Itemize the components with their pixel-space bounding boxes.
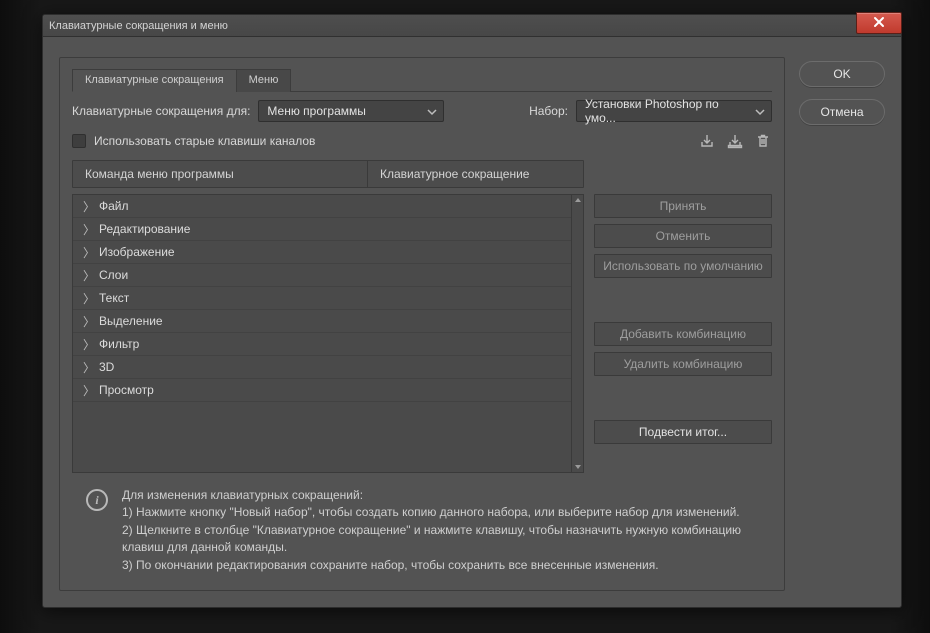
- tree-item-edit[interactable]: 〉Редактирование: [73, 218, 571, 241]
- tab-bar: Клавиатурные сокращения Меню: [72, 68, 772, 92]
- add-combo-button[interactable]: Добавить комбинацию: [594, 322, 772, 346]
- dialog-side-buttons: OK Отмена: [799, 57, 885, 591]
- ok-button[interactable]: OK: [799, 61, 885, 87]
- tree-item-view[interactable]: 〉Просмотр: [73, 379, 571, 402]
- set-select[interactable]: Установки Photoshop по умо...: [576, 100, 772, 122]
- new-set-icon[interactable]: [726, 132, 744, 150]
- shortcuts-for-value: Меню программы: [267, 104, 365, 118]
- expand-icon: 〉: [83, 336, 91, 353]
- tree-scrollbar[interactable]: [571, 195, 583, 472]
- expand-icon: 〉: [83, 290, 91, 307]
- set-value: Установки Photoshop по умо...: [585, 97, 751, 125]
- expand-icon: 〉: [83, 198, 91, 215]
- expand-icon: 〉: [83, 313, 91, 330]
- delete-combo-button[interactable]: Удалить комбинацию: [594, 352, 772, 376]
- chevron-down-icon: [755, 106, 765, 120]
- info-icon: i: [86, 489, 108, 511]
- main-panel: Клавиатурные сокращения Меню Клавиатурны…: [59, 57, 785, 591]
- close-button[interactable]: [856, 12, 902, 34]
- trash-icon[interactable]: [754, 132, 772, 150]
- info-panel: i Для изменения клавиатурных сокращений:…: [72, 473, 772, 578]
- expand-icon: 〉: [83, 267, 91, 284]
- col-command: Команда меню программы: [73, 161, 368, 187]
- scroll-down-icon[interactable]: [573, 462, 582, 472]
- col-shortcut: Клавиатурное сокращение: [368, 167, 541, 181]
- shortcuts-for-select[interactable]: Меню программы: [258, 100, 444, 122]
- tree-item-select[interactable]: 〉Выделение: [73, 310, 571, 333]
- expand-icon: 〉: [83, 244, 91, 261]
- tab-shortcuts[interactable]: Клавиатурные сокращения: [72, 69, 237, 92]
- close-icon: [873, 16, 885, 31]
- set-label: Набор:: [529, 104, 568, 118]
- legacy-channels-checkbox[interactable]: [72, 134, 86, 148]
- undo-button[interactable]: Отменить: [594, 224, 772, 248]
- titlebar[interactable]: Клавиатурные сокращения и меню: [43, 15, 901, 37]
- legacy-channels-label: Использовать старые клавиши каналов: [94, 134, 315, 148]
- summarize-button[interactable]: Подвести итог...: [594, 420, 772, 444]
- tree-item-filter[interactable]: 〉Фильтр: [73, 333, 571, 356]
- use-default-button[interactable]: Использовать по умолчанию: [594, 254, 772, 278]
- expand-icon: 〉: [83, 359, 91, 376]
- cancel-button[interactable]: Отмена: [799, 99, 885, 125]
- tree-item-layers[interactable]: 〉Слои: [73, 264, 571, 287]
- expand-icon: 〉: [83, 221, 91, 238]
- tree-item-image[interactable]: 〉Изображение: [73, 241, 571, 264]
- tree-item-type[interactable]: 〉Текст: [73, 287, 571, 310]
- chevron-down-icon: [427, 106, 437, 120]
- scroll-up-icon[interactable]: [573, 195, 582, 205]
- tab-menus[interactable]: Меню: [236, 69, 292, 92]
- window-title: Клавиатурные сокращения и меню: [49, 20, 228, 32]
- tree-item-3d[interactable]: 〉3D: [73, 356, 571, 379]
- save-set-icon[interactable]: [698, 132, 716, 150]
- expand-icon: 〉: [83, 382, 91, 399]
- accept-button[interactable]: Принять: [594, 194, 772, 218]
- action-buttons: Принять Отменить Использовать по умолчан…: [594, 194, 772, 473]
- column-headers: Команда меню программы Клавиатурное сокр…: [72, 160, 584, 188]
- shortcuts-for-label: Клавиатурные сокращения для:: [72, 104, 250, 118]
- tree-item-file[interactable]: 〉Файл: [73, 195, 571, 218]
- dialog-keyboard-shortcuts: Клавиатурные сокращения и меню Клавиатур…: [42, 14, 902, 608]
- command-tree[interactable]: 〉Файл 〉Редактирование 〉Изображение 〉Слои…: [72, 194, 584, 473]
- info-text: Для изменения клавиатурных сокращений: 1…: [122, 487, 764, 574]
